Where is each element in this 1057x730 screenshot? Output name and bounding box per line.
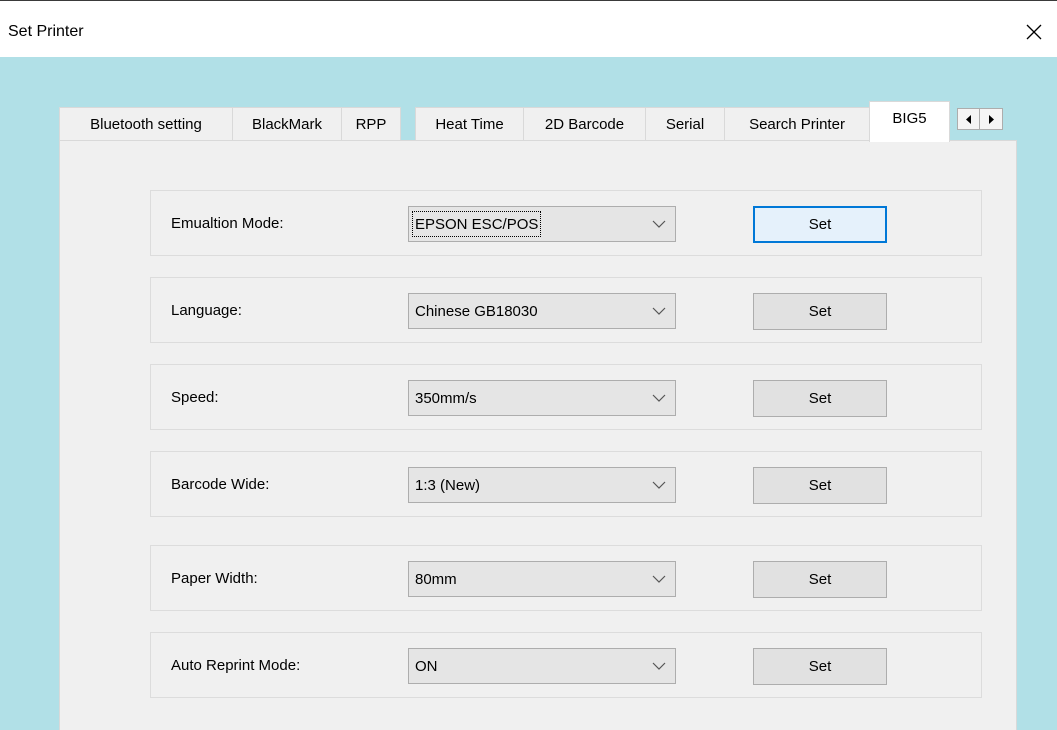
speed-dropdown[interactable]: 350mm/s bbox=[408, 380, 676, 416]
tab-label: 2D Barcode bbox=[544, 115, 625, 133]
dropdown-value: EPSON ESC/POS bbox=[411, 211, 542, 237]
tab-label: Heat Time bbox=[435, 115, 504, 133]
tab-search-printer[interactable]: Search Printer bbox=[724, 107, 870, 140]
chevron-down-icon bbox=[652, 575, 666, 583]
close-icon bbox=[1026, 24, 1042, 40]
setting-row-emulation-mode: Emualtion Mode: EPSON ESC/POS Set bbox=[150, 190, 982, 256]
set-emulation-mode-button[interactable]: Set bbox=[753, 206, 887, 243]
chevron-down-icon bbox=[652, 394, 666, 402]
tab-big5[interactable]: BIG5 bbox=[869, 101, 950, 142]
tab-scroll-right-button[interactable] bbox=[980, 108, 1003, 130]
tab-label: BlackMark bbox=[251, 115, 322, 133]
set-auto-reprint-mode-button[interactable]: Set bbox=[753, 648, 887, 685]
dropdown-value: Chinese GB18030 bbox=[415, 302, 538, 320]
paper-width-dropdown[interactable]: 80mm bbox=[408, 561, 676, 597]
tab-heat-time[interactable]: Heat Time bbox=[415, 107, 524, 140]
tab-2d-barcode[interactable]: 2D Barcode bbox=[523, 107, 646, 140]
tab-scroll-arrows bbox=[957, 108, 1003, 130]
set-speed-button[interactable]: Set bbox=[753, 380, 887, 417]
dropdown-value: 350mm/s bbox=[415, 389, 477, 407]
tab-blackmark[interactable]: BlackMark bbox=[232, 107, 342, 140]
tab-scroll-left-button[interactable] bbox=[957, 108, 980, 130]
setting-row-auto-reprint-mode: Auto Reprint Mode: ON Set bbox=[150, 632, 982, 698]
chevron-down-icon bbox=[652, 220, 666, 228]
setting-label: Auto Reprint Mode: bbox=[171, 656, 301, 674]
chevron-down-icon bbox=[652, 662, 666, 670]
triangle-right-icon bbox=[989, 114, 994, 124]
dropdown-value: ON bbox=[415, 657, 438, 675]
window-title: Set Printer bbox=[8, 23, 84, 40]
set-paper-width-button[interactable]: Set bbox=[753, 561, 887, 598]
tab-label: Search Printer bbox=[749, 115, 845, 133]
tab-bluetooth-setting[interactable]: Bluetooth setting bbox=[59, 107, 233, 140]
tab-serial[interactable]: Serial bbox=[645, 107, 725, 140]
setting-row-paper-width: Paper Width: 80mm Set bbox=[150, 545, 982, 611]
setting-label: Emualtion Mode: bbox=[171, 214, 284, 232]
title-bar: Set Printer bbox=[0, 0, 1057, 57]
setting-row-speed: Speed: 350mm/s Set bbox=[150, 364, 982, 430]
setting-label: Barcode Wide: bbox=[171, 475, 270, 493]
tab-label: Serial bbox=[665, 115, 705, 133]
close-button[interactable] bbox=[1011, 15, 1057, 49]
chevron-down-icon bbox=[652, 481, 666, 489]
set-language-button[interactable]: Set bbox=[753, 293, 887, 330]
set-barcode-wide-button[interactable]: Set bbox=[753, 467, 887, 504]
tab-strip: Bluetooth setting BlackMark RPP Heat Tim… bbox=[59, 101, 1017, 142]
tab-rpp[interactable]: RPP bbox=[341, 107, 401, 140]
barcode-wide-dropdown[interactable]: 1:3 (New) bbox=[408, 467, 676, 503]
setting-label: Language: bbox=[171, 301, 242, 319]
chevron-down-icon bbox=[652, 307, 666, 315]
tab-label: Bluetooth setting bbox=[90, 115, 202, 133]
setting-row-barcode-wide: Barcode Wide: 1:3 (New) Set bbox=[150, 451, 982, 517]
triangle-left-icon bbox=[965, 114, 971, 124]
dropdown-value: 80mm bbox=[415, 570, 457, 588]
setting-label: Speed: bbox=[171, 388, 219, 406]
emulation-mode-dropdown[interactable]: EPSON ESC/POS bbox=[408, 206, 676, 242]
tab-label: RPP bbox=[355, 115, 387, 133]
tab-label: BIG5 bbox=[892, 109, 927, 127]
setting-label: Paper Width: bbox=[171, 569, 258, 587]
dropdown-value: 1:3 (New) bbox=[415, 476, 481, 494]
setting-row-language: Language: Chinese GB18030 Set bbox=[150, 277, 982, 343]
language-dropdown[interactable]: Chinese GB18030 bbox=[408, 293, 676, 329]
auto-reprint-mode-dropdown[interactable]: ON bbox=[408, 648, 676, 684]
